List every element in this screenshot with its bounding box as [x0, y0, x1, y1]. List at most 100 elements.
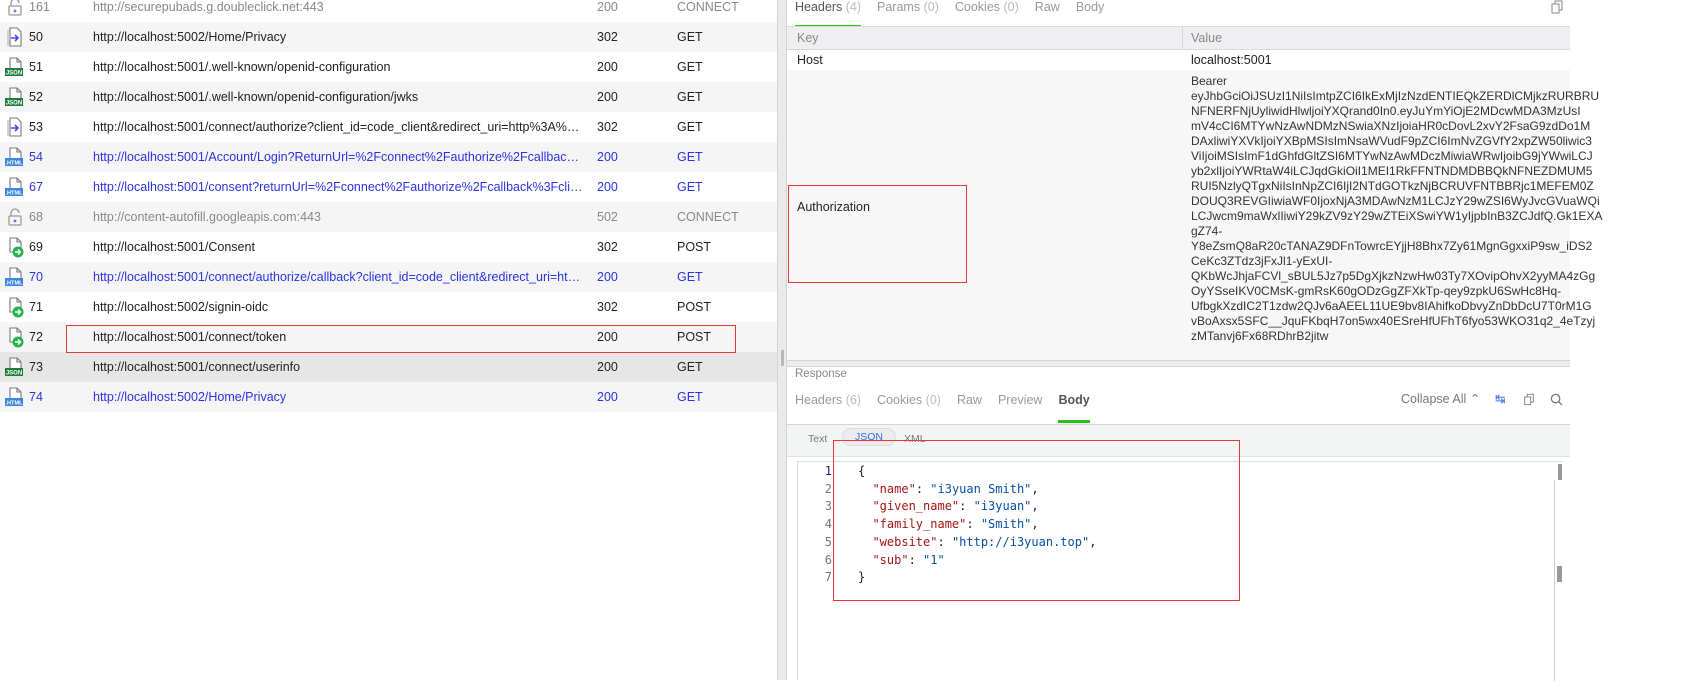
tab-cookies[interactable]: Cookies (0)	[869, 393, 949, 415]
session-row[interactable]: 69 http://localhost:5001/Consent 302 POST	[0, 232, 777, 262]
session-url: http://localhost:5002/Home/Privacy	[93, 30, 287, 44]
session-id: 72	[29, 330, 43, 344]
tab-raw[interactable]: Raw	[1027, 0, 1068, 22]
json-token: :	[959, 499, 974, 514]
json-token: "sub"	[872, 552, 909, 567]
json-icon: JSON	[4, 56, 26, 78]
tab-preview[interactable]: Preview	[990, 393, 1050, 415]
session-method: GET	[677, 60, 703, 74]
session-row[interactable]: 161 http://securepubads.g.doubleclick.net…	[0, 0, 777, 22]
header-value: Bearer eyJhbGciOiJSUzI1NiIsImtpZCI6IkExM…	[1191, 74, 1603, 343]
search-icon[interactable]	[1550, 393, 1563, 406]
line-number: 7	[824, 570, 832, 585]
session-method: GET	[677, 270, 703, 284]
tab-label: Raw	[956, 393, 982, 407]
format-xml[interactable]: XML	[904, 433, 926, 445]
session-row[interactable]: 71 http://localhost:5002/signin-oidc 302 PO…	[0, 292, 777, 322]
session-id: 74	[29, 390, 43, 404]
session-row[interactable]: 50 http://localhost:5002/Home/Privacy 302 G…	[0, 22, 777, 52]
session-row[interactable]: JSON 51 http://localhost:5001/.well-known/…	[0, 52, 777, 82]
line-number: 2	[824, 481, 832, 496]
session-row[interactable]: .HTML 67 http://localhost:5001/consent?ret…	[0, 172, 777, 202]
json-token: {	[858, 464, 866, 478]
session-method: GET	[677, 150, 703, 164]
copy-icon[interactable]	[1550, 0, 1564, 14]
session-method: GET	[677, 120, 703, 134]
session-status: 302	[597, 300, 618, 314]
session-row[interactable]: .HTML 74 http://localhost:5002/Home/Privac…	[0, 382, 777, 412]
svg-text:.HTML: .HTML	[5, 281, 23, 287]
code-line: 1{	[798, 462, 1558, 480]
key-column-header: Key	[797, 31, 819, 45]
request-tabs: Headers (4) Params (0) Cookies (0) Raw Body	[787, 0, 1113, 28]
session-id: 67	[29, 180, 43, 194]
vertical-splitter[interactable]	[777, 0, 787, 680]
session-url: http://localhost:5001/Consent	[93, 240, 255, 254]
inspector-pane: Headers (4) Params (0) Cookies (0) Raw Body…	[787, 0, 1702, 681]
header-row-authorization[interactable]: Authorization Bearer eyJhbGciOiJSUzI1NiIs…	[787, 70, 1603, 360]
tab-cookies[interactable]: Cookies (0)	[947, 0, 1027, 22]
collapse-all-button[interactable]: Collapse All ⌃	[1401, 391, 1480, 406]
tab-label: Cookies	[954, 0, 1001, 14]
tab-body[interactable]: Body	[1068, 0, 1113, 22]
tab-label: Cookies	[877, 393, 923, 407]
session-row[interactable]: 68 http://content-autofill.googleapis.com…	[0, 202, 777, 232]
code-text: "name": "i3yuan Smith",	[858, 480, 1038, 498]
copy-response-icon[interactable]	[1523, 393, 1535, 406]
table-header: Key Value	[787, 26, 1570, 50]
code-line: 6 "sub": "1"	[798, 551, 1558, 569]
post-icon	[4, 236, 26, 258]
json-token: :	[937, 534, 952, 549]
session-url: http://localhost:5001/.well-known/openid…	[93, 90, 419, 104]
session-method: POST	[677, 300, 712, 314]
session-row[interactable]: JSON 52 http://localhost:5001/.well-known/…	[0, 82, 777, 112]
lock-icon	[4, 206, 26, 228]
svg-text:.HTML: .HTML	[5, 161, 23, 167]
html-icon: .HTML	[4, 266, 26, 288]
json-token: "i3yuan Smith"	[930, 481, 1032, 496]
session-status: 302	[597, 120, 618, 134]
json-token: "given_name"	[872, 499, 960, 514]
tab-body[interactable]: Body	[1050, 393, 1097, 423]
splitter-grip[interactable]	[781, 350, 784, 366]
session-row[interactable]: .HTML 70 http://localhost:5001/connect/aut…	[0, 262, 777, 292]
horizontal-splitter[interactable]	[787, 360, 1570, 367]
session-status: 502	[597, 210, 618, 224]
tab-params[interactable]: Params (0)	[869, 0, 947, 22]
header-row-host[interactable]: Host localhost:5001	[787, 50, 1570, 70]
session-row[interactable]: .HTML 54 http://localhost:5001/Account/Log…	[0, 142, 777, 172]
tab-count: (6)	[845, 393, 862, 407]
value-column-header: Value	[1191, 31, 1223, 45]
session-method: CONNECT	[677, 210, 739, 224]
redirect-icon	[4, 26, 26, 48]
tab-label: Preview	[997, 393, 1043, 407]
session-row[interactable]: 72 http://localhost:5001/connect/token 200…	[0, 322, 777, 352]
session-id: 69	[29, 240, 43, 254]
word-wrap-icon[interactable]: ↹	[1495, 391, 1505, 406]
tab-count: (4)	[845, 0, 862, 14]
session-method: GET	[677, 30, 703, 44]
session-id: 70	[29, 270, 43, 284]
session-row[interactable]: 53 http://localhost:5001/connect/authoriz…	[0, 112, 777, 142]
tab-headers[interactable]: Headers (6)	[787, 393, 869, 415]
session-method: GET	[677, 90, 703, 104]
response-tabs: Headers (6) Cookies (0) Raw Preview Body	[787, 393, 1098, 423]
format-json[interactable]: JSON	[842, 428, 897, 446]
code-line: 7}	[798, 568, 1558, 586]
session-url: http://securepubads.g.doubleclick.net:44…	[93, 0, 324, 14]
format-text[interactable]: Text	[808, 433, 827, 445]
session-row[interactable]: JSON 73 http://localhost:5001/connect/user…	[0, 352, 777, 382]
session-id: 73	[29, 360, 43, 374]
tab-raw[interactable]: Raw	[949, 393, 990, 415]
tab-headers[interactable]: Headers (4)	[787, 0, 869, 28]
header-key: Authorization	[797, 200, 870, 214]
format-bar: Text JSON XML	[787, 425, 1570, 457]
code-line: 3 "given_name": "i3yuan",	[798, 497, 1558, 515]
code-line: 2 "name": "i3yuan Smith",	[798, 480, 1558, 498]
response-body-editor[interactable]: 1{2 "name": "i3yuan Smith", 3 "given_name…	[797, 461, 1563, 681]
session-url: http://localhost:5001/connect/userinfo	[93, 360, 301, 374]
session-url: http://localhost:5001/connect/authorize?…	[93, 120, 583, 134]
